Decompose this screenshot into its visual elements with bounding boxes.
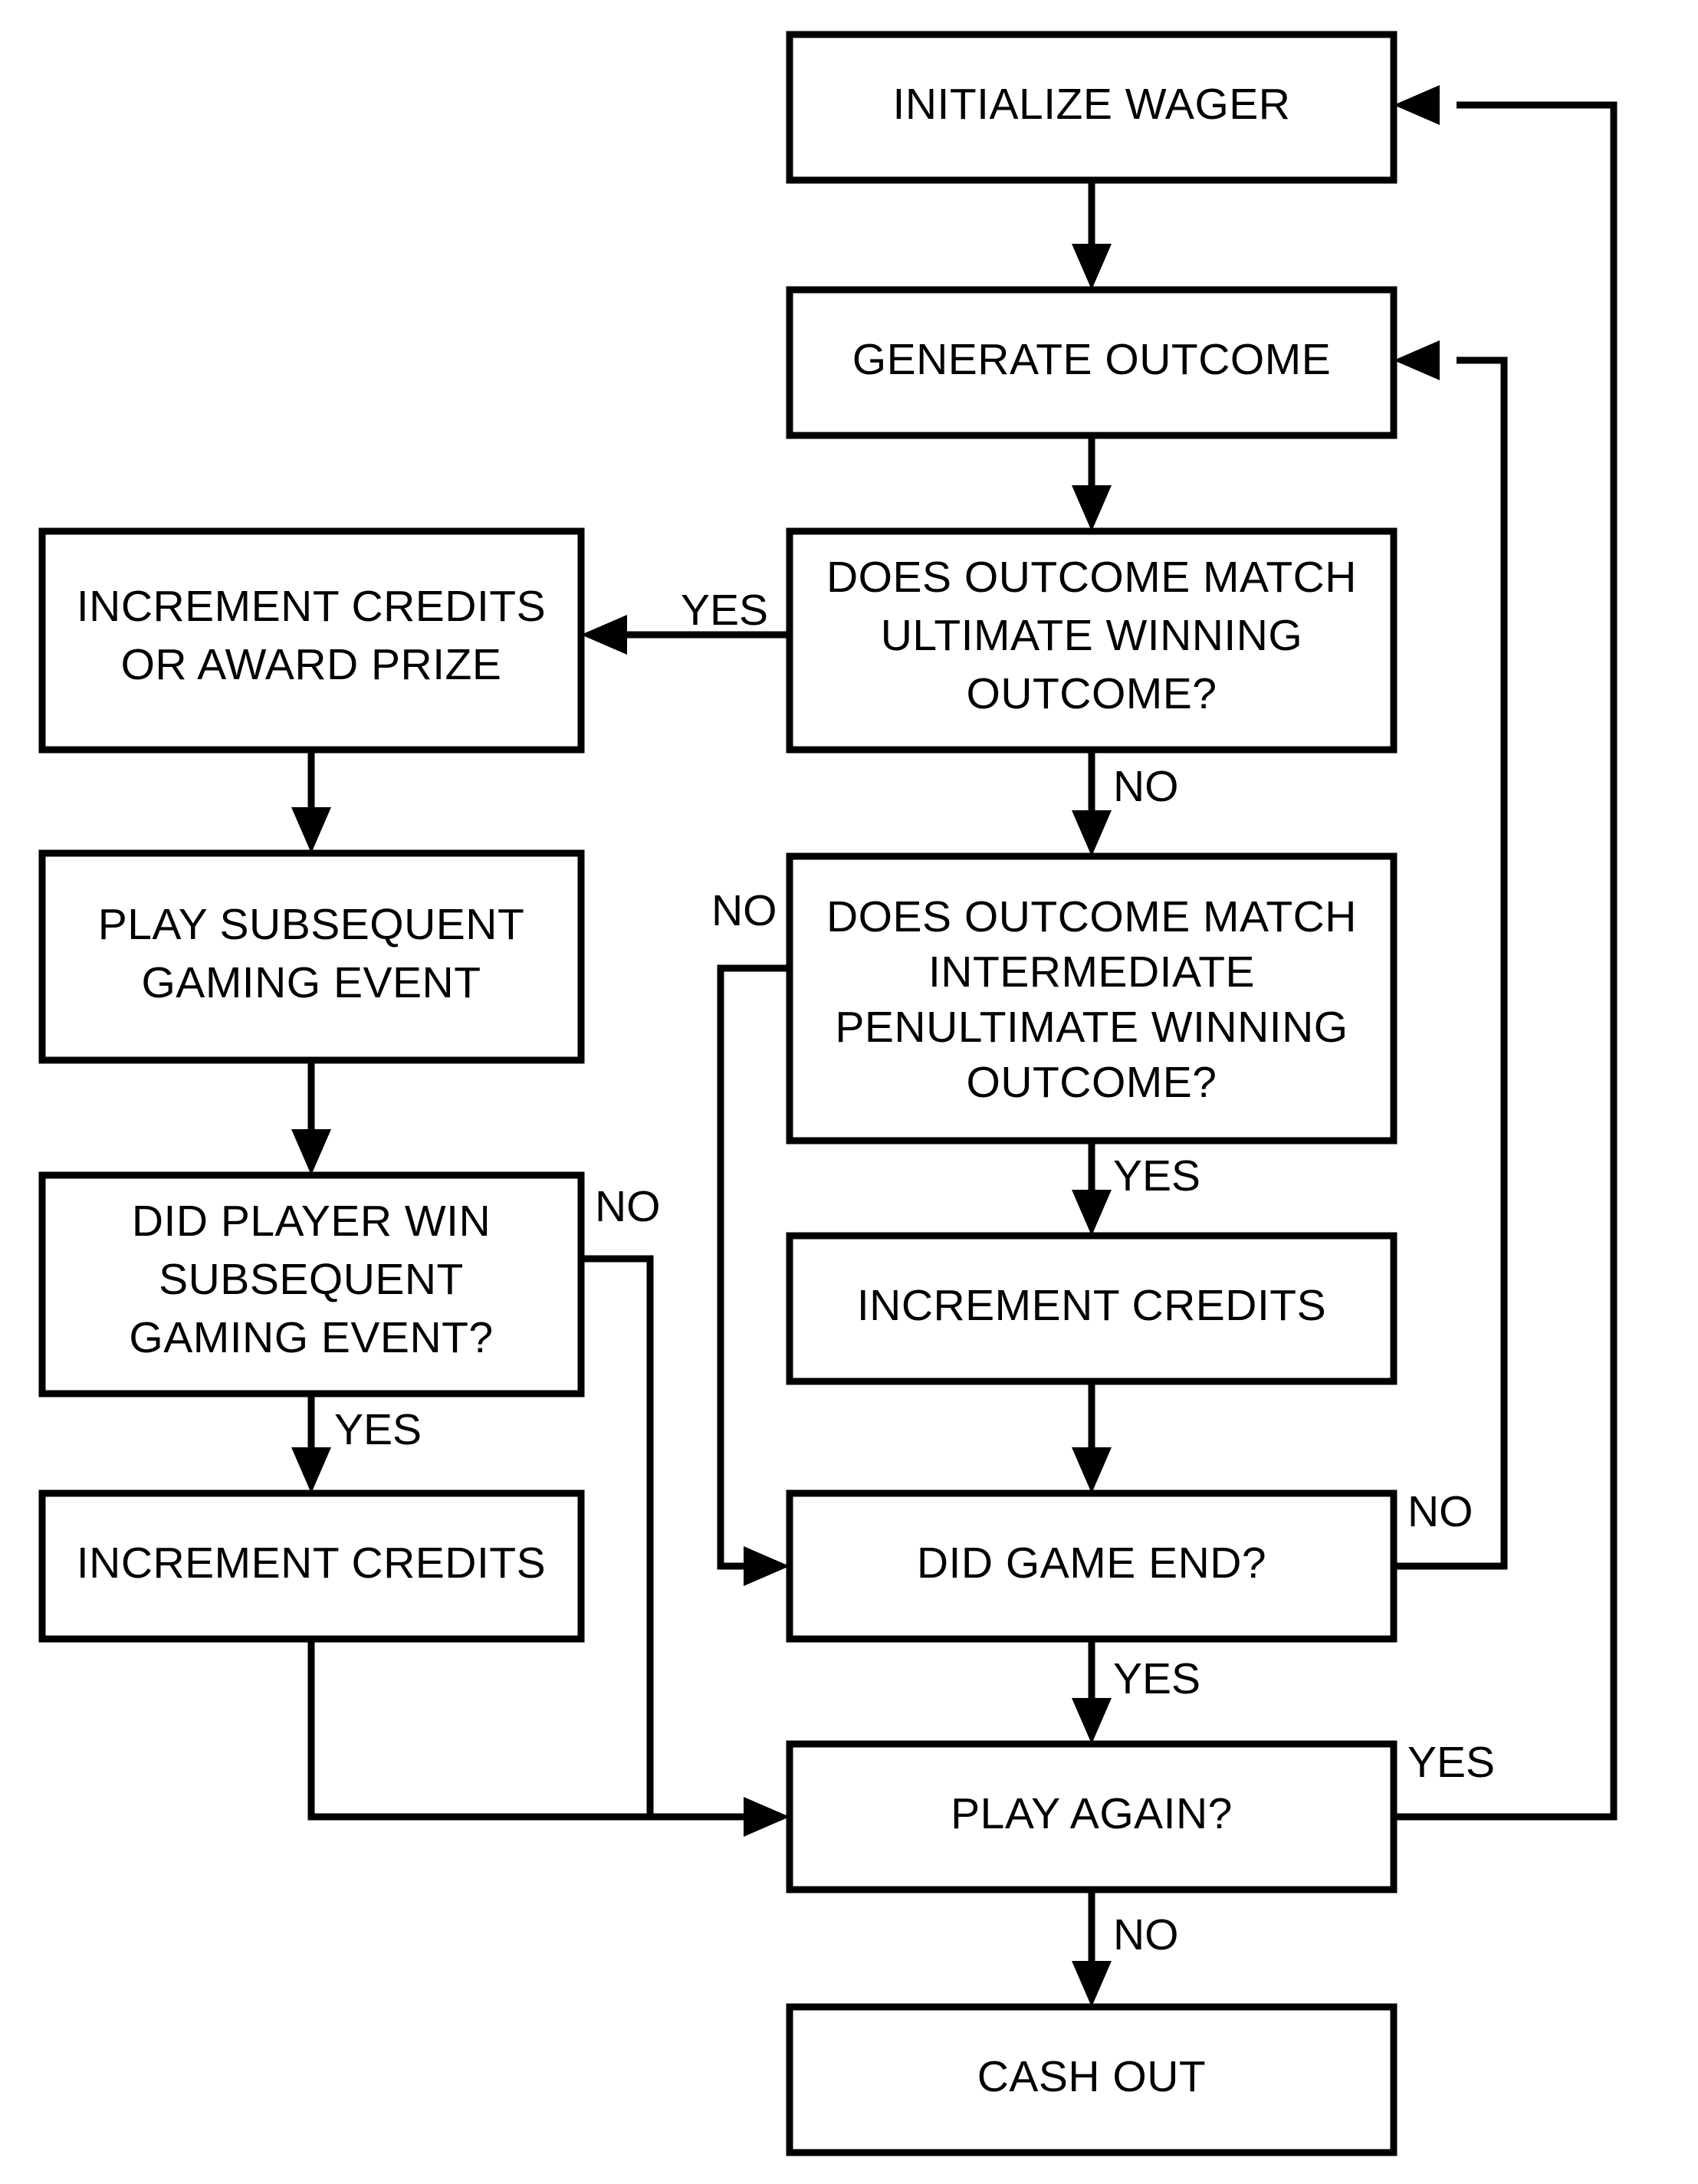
edge-ultimate-no: NO: [1072, 750, 1179, 856]
edge-incright-to-gameend: [1072, 1381, 1112, 1493]
arrowhead-icon: [1072, 244, 1112, 290]
edge-label-no: NO: [711, 886, 777, 935]
node-label-line2: GAMING EVENT: [141, 958, 481, 1007]
node-label: GENERATE OUTCOME: [852, 335, 1331, 384]
edge-label-yes: YES: [681, 586, 768, 635]
node-label-line2: OR AWARD PRIZE: [121, 640, 502, 689]
edge-generate-to-ultimate: [1072, 435, 1112, 531]
node-cash-out: CASH OUT: [786, 2003, 1397, 2156]
arrowhead-icon: [744, 1546, 790, 1586]
node-match-intermediate: DOES OUTCOME MATCH INTERMEDIATE PENULTIM…: [786, 852, 1397, 1145]
edge-gameend-yes: YES: [1072, 1639, 1200, 1744]
arrowhead-icon: [291, 1447, 331, 1493]
node-label-line2: SUBSEQUENT: [159, 1255, 464, 1304]
node-label-line3: OUTCOME?: [966, 669, 1217, 718]
edge-playsub-to-didwin: [291, 1060, 331, 1175]
node-label-line1: INCREMENT CREDITS: [77, 582, 546, 631]
node-play-subsequent: PLAY SUBSEQUENT GAMING EVENT: [38, 849, 585, 1064]
edge-label-yes: YES: [1113, 1654, 1200, 1703]
arrowhead-icon: [291, 1129, 331, 1175]
edge-line: [581, 1255, 654, 1817]
edge-line: [307, 1639, 753, 1821]
arrowhead-icon: [1072, 1698, 1112, 1744]
edge-label-yes: YES: [1113, 1151, 1200, 1200]
arrowhead-icon: [1394, 340, 1440, 380]
node-label-line3: GAMING EVENT?: [129, 1313, 493, 1362]
node-label: INCREMENT CREDITS: [77, 1539, 546, 1588]
arrowhead-icon: [581, 615, 627, 655]
node-label-line2: INTERMEDIATE: [928, 947, 1255, 997]
node-label-line1: DID PLAYER WIN: [132, 1197, 491, 1246]
node-label: CASH OUT: [977, 2052, 1207, 2101]
edge-playagain-no: NO: [1072, 1890, 1179, 2007]
node-label-line1: PLAY SUBSEQUENT: [98, 900, 525, 949]
arrowhead-icon: [1072, 1961, 1112, 2007]
edge-label-no: NO: [1407, 1487, 1473, 1536]
edge-line: [1394, 356, 1508, 1570]
node-label-line3: PENULTIMATE WINNING: [835, 1003, 1348, 1052]
arrowhead-icon: [1072, 1190, 1112, 1236]
arrowhead-icon: [1394, 85, 1440, 125]
node-increment-credits-left: INCREMENT CREDITS: [38, 1489, 585, 1643]
node-label: PLAY AGAIN?: [951, 1789, 1233, 1838]
edge-label-yes: YES: [334, 1405, 422, 1454]
node-did-player-win: DID PLAYER WIN SUBSEQUENT GAMING EVENT?: [38, 1171, 585, 1397]
edge-label-no: NO: [1113, 1910, 1179, 1959]
arrowhead-icon: [1072, 485, 1112, 531]
node-label-line1: DOES OUTCOME MATCH: [826, 553, 1357, 602]
arrowhead-icon: [744, 1797, 790, 1837]
edge-ultimate-yes: YES: [581, 586, 790, 655]
node-box: [38, 849, 585, 1064]
node-label: DID GAME END?: [917, 1539, 1266, 1588]
flowchart-canvas: INITIALIZE WAGER GENERATE OUTCOME DOES O…: [0, 0, 1698, 2184]
arrowhead-icon: [1072, 1447, 1112, 1493]
node-initialize-wager: INITIALIZE WAGER: [786, 31, 1397, 184]
edge-intermediate-yes: YES: [1072, 1141, 1200, 1236]
arrowhead-icon: [291, 807, 331, 853]
edge-line: [717, 964, 790, 1570]
node-label: INITIALIZE WAGER: [893, 80, 1291, 129]
node-label-line2: ULTIMATE WINNING: [881, 611, 1303, 660]
node-label-line1: DOES OUTCOME MATCH: [826, 892, 1357, 941]
edge-award-to-playsub: [291, 750, 331, 853]
edge-label-yes: YES: [1407, 1738, 1495, 1787]
edge-initialize-to-generate: [1072, 180, 1112, 290]
node-play-again: PLAY AGAIN?: [786, 1740, 1397, 1893]
edge-gameend-no: NO: [1394, 340, 1508, 1570]
arrowhead-icon: [1072, 810, 1112, 856]
edge-didwin-no: NO: [581, 1182, 661, 1817]
node-label: INCREMENT CREDITS: [857, 1281, 1326, 1330]
edge-didwin-yes: YES: [291, 1394, 422, 1493]
edge-incleft-to-playagain: [307, 1639, 790, 1837]
edge-intermediate-no: NO: [711, 886, 790, 1586]
edge-label-no: NO: [1113, 762, 1179, 811]
node-match-ultimate: DOES OUTCOME MATCH ULTIMATE WINNING OUTC…: [786, 527, 1397, 754]
node-increment-or-award: INCREMENT CREDITS OR AWARD PRIZE: [38, 527, 585, 754]
node-label-line4: OUTCOME?: [966, 1058, 1217, 1107]
edge-label-no: NO: [595, 1182, 661, 1231]
node-increment-credits-right: INCREMENT CREDITS: [786, 1232, 1397, 1385]
node-did-game-end: DID GAME END?: [786, 1489, 1397, 1643]
node-generate-outcome: GENERATE OUTCOME: [786, 286, 1397, 439]
